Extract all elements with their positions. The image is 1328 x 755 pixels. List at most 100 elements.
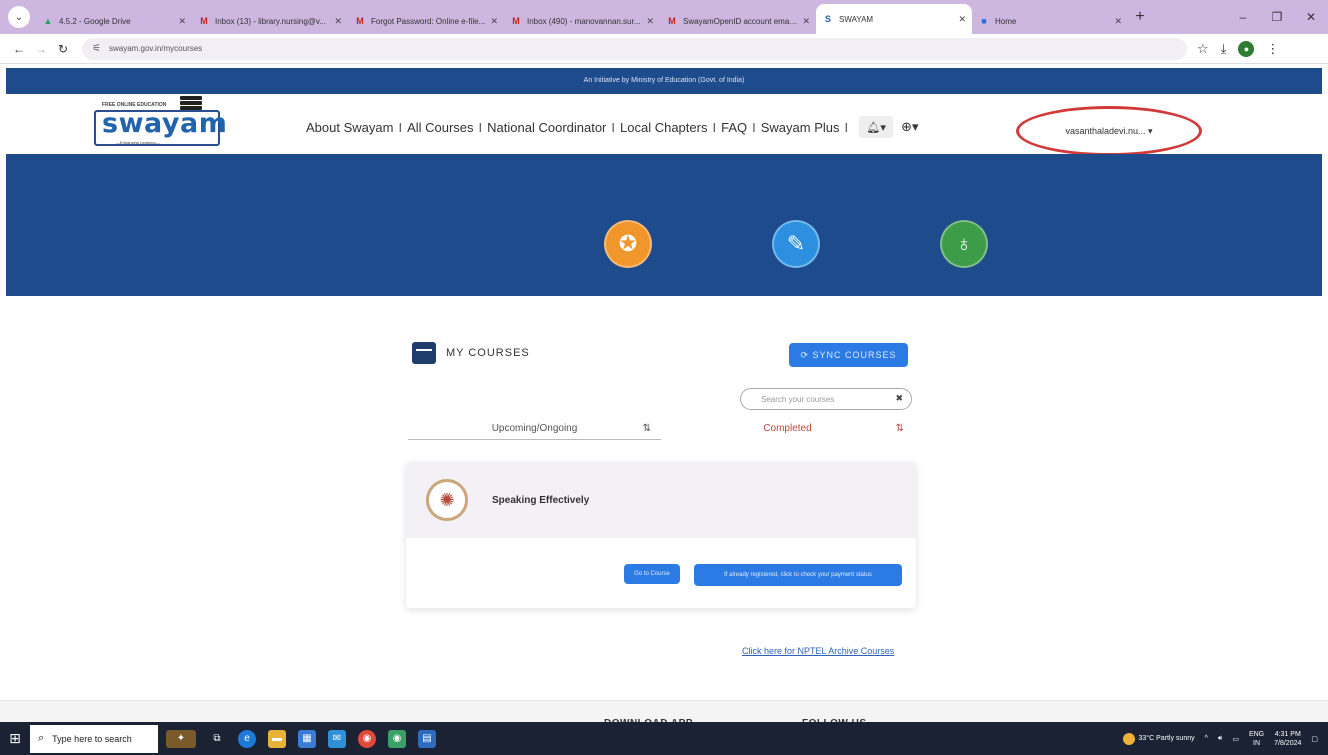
google-drive-icon: ▲ bbox=[43, 16, 53, 26]
language-globe-icon[interactable]: ⊕▾ bbox=[901, 119, 918, 135]
tab-title: SWAYAM bbox=[839, 14, 874, 24]
file-explorer-icon[interactable]: ▬ bbox=[268, 729, 286, 748]
logo-wordmark: swayam bbox=[102, 108, 228, 139]
edge-icon[interactable]: e bbox=[238, 729, 256, 748]
forward-icon[interactable]: → bbox=[30, 42, 52, 56]
tab-search-icon[interactable]: ⌄ bbox=[8, 6, 30, 28]
network-icon[interactable]: ▭ bbox=[1232, 735, 1239, 743]
clock[interactable]: 4:31 PM 7/8/2024 bbox=[1274, 730, 1301, 748]
windows-start-icon[interactable]: ⊞ bbox=[0, 722, 30, 755]
chrome-icon[interactable]: ◉ bbox=[358, 729, 376, 748]
notifications-icon[interactable]: ▢ bbox=[1311, 735, 1318, 743]
browser-tab[interactable]: M SwayamOpenID account email... ✕ bbox=[660, 8, 816, 34]
course-title[interactable]: Speaking Effectively bbox=[492, 495, 589, 506]
clear-search-icon[interactable]: ✖ bbox=[895, 393, 903, 404]
close-tab-icon[interactable]: ✕ bbox=[334, 16, 342, 27]
close-tab-icon[interactable]: ✕ bbox=[802, 16, 810, 27]
logo-subtitle: —Enhancing Learning— bbox=[116, 140, 160, 145]
url-field[interactable]: ⚟ swayam.gov.in/mycourses bbox=[82, 37, 1187, 60]
browser-menu-icon[interactable]: ⋮ bbox=[1266, 41, 1279, 57]
window-controls: – ❐ ✕ bbox=[1226, 10, 1328, 24]
course-tabs: Upcoming/Ongoing ⇅ Completed ⇅ bbox=[408, 418, 914, 440]
badge-certificate-icon[interactable]: ✎ bbox=[772, 220, 820, 268]
swayam-logo[interactable]: FREE ONLINE EDUCATION swayam —Enhancing … bbox=[94, 96, 227, 146]
tab-title: 4.5.2 - Google Drive bbox=[59, 16, 131, 26]
url-text: swayam.gov.in/mycourses bbox=[108, 44, 203, 53]
nptel-archive-link[interactable]: Click here for NPTEL Archive Courses bbox=[742, 646, 894, 656]
store-icon[interactable]: ▦ bbox=[298, 729, 316, 748]
browser-tab[interactable]: M Forgot Password: Online e-file... ✕ bbox=[348, 8, 504, 34]
task-view-icon[interactable]: ⧉ bbox=[208, 730, 226, 748]
tab-completed[interactable]: Completed ⇅ bbox=[661, 418, 914, 440]
course-card: ✺ Speaking Effectively Go to Course If a… bbox=[406, 462, 916, 608]
nav-faq[interactable]: FAQ bbox=[721, 120, 747, 135]
my-courses-heading: MY COURSES bbox=[412, 342, 530, 364]
close-tab-icon[interactable]: ✕ bbox=[490, 16, 498, 27]
browser-tab-bar: ⌄ ▲ 4.5.2 - Google Drive ✕ M Inbox (13) - li… bbox=[0, 0, 1328, 34]
badge-medal-icon[interactable]: ♁ bbox=[940, 220, 988, 268]
tab-upcoming-ongoing[interactable]: Upcoming/Ongoing ⇅ bbox=[408, 418, 661, 440]
language-indicator[interactable]: ENG IN bbox=[1249, 730, 1264, 748]
search-icon: ⌕ bbox=[38, 732, 45, 744]
sort-icon[interactable]: ⇅ bbox=[896, 418, 904, 440]
go-to-course-button[interactable]: Go to Course bbox=[624, 564, 680, 584]
nav-about-swayam[interactable]: About Swayam bbox=[306, 120, 393, 135]
close-tab-icon[interactable]: ✕ bbox=[178, 16, 186, 27]
home-icon: ■ bbox=[981, 16, 987, 26]
my-courses-title: MY COURSES bbox=[446, 347, 530, 359]
tab-title: SwayamOpenID account email... bbox=[683, 16, 799, 26]
windows-taskbar: ⊞ ⌕ Type here to search ✦ ⧉ e ▬ ▦ ✉ ◉ ◉ … bbox=[0, 722, 1328, 755]
taskbar-search-input[interactable]: ⌕ Type here to search bbox=[30, 724, 158, 753]
sync-courses-button[interactable]: ⟳ SYNC COURSES bbox=[789, 343, 908, 367]
search-placeholder: Search your courses bbox=[761, 394, 835, 404]
mail-icon[interactable]: ✉ bbox=[328, 729, 346, 748]
tab-strip: ▲ 4.5.2 - Google Drive ✕ M Inbox (13) - libr… bbox=[36, 0, 1128, 34]
initiative-banner: An Initiative by Ministry of Education (… bbox=[6, 68, 1322, 94]
course-logo-icon: ✺ bbox=[426, 479, 468, 521]
close-tab-icon[interactable]: ✕ bbox=[646, 16, 654, 27]
back-icon[interactable]: ← bbox=[8, 42, 30, 56]
weather-widget[interactable]: 33°C Partly sunny bbox=[1122, 732, 1195, 745]
tab-title: Inbox (490) - manovannan.sur... bbox=[527, 16, 641, 26]
minimize-icon[interactable]: – bbox=[1226, 10, 1260, 24]
badge-award-icon[interactable]: ✪ bbox=[604, 220, 652, 268]
browser-tab[interactable]: ▲ 4.5.2 - Google Drive ✕ bbox=[36, 8, 192, 34]
chrome-profile-icon[interactable]: ◉ bbox=[388, 729, 406, 748]
user-menu[interactable]: vasanthaladevi.nu... ▾ bbox=[1016, 106, 1202, 156]
site-info-icon[interactable]: ⚟ bbox=[92, 43, 101, 54]
course-search-input[interactable]: Search your courses ✖ bbox=[740, 388, 912, 410]
gmail-icon: M bbox=[200, 16, 208, 26]
nav-all-courses[interactable]: All Courses bbox=[407, 120, 473, 135]
download-icon[interactable]: ⤓ bbox=[1221, 41, 1227, 57]
widgets-icon[interactable]: ✦ bbox=[166, 729, 196, 748]
payment-status-button[interactable]: If already registered, click to check yo… bbox=[694, 564, 902, 586]
close-window-icon[interactable]: ✕ bbox=[1294, 10, 1328, 24]
browser-tab[interactable]: S SWAYAM ✕ bbox=[816, 4, 972, 34]
new-tab-button[interactable]: + bbox=[1128, 8, 1152, 26]
restore-icon[interactable]: ❐ bbox=[1260, 10, 1294, 24]
close-tab-icon[interactable]: ✕ bbox=[1114, 16, 1122, 27]
nav-local-chapters[interactable]: Local Chapters bbox=[620, 120, 707, 135]
books-icon bbox=[180, 96, 202, 110]
nav-national-coordinator[interactable]: National Coordinator bbox=[487, 120, 606, 135]
tab-title: Home bbox=[995, 16, 1017, 26]
reload-icon[interactable]: ↻ bbox=[52, 42, 74, 56]
sort-icon[interactable]: ⇅ bbox=[643, 418, 651, 440]
sun-icon bbox=[1122, 732, 1135, 745]
tray-arrow-icon[interactable]: ^ bbox=[1205, 735, 1208, 742]
notification-bell-icon[interactable]: 🔔︎▾ bbox=[859, 116, 894, 138]
nav-swayam-plus[interactable]: Swayam Plus bbox=[761, 120, 840, 135]
browser-tab[interactable]: ■ Home ✕ bbox=[972, 8, 1128, 34]
gmail-icon: M bbox=[512, 16, 520, 26]
browser-tab[interactable]: M Inbox (13) - library.nursing@v... ✕ bbox=[192, 8, 348, 34]
bookmark-star-icon[interactable]: ☆ bbox=[1197, 41, 1209, 57]
close-tab-icon[interactable]: ✕ bbox=[958, 14, 966, 25]
browser-tab[interactable]: M Inbox (490) - manovannan.sur... ✕ bbox=[504, 8, 660, 34]
site-header: FREE ONLINE EDUCATION swayam —Enhancing … bbox=[6, 94, 1322, 156]
address-bar-row: ← → ↻ ⚟ swayam.gov.in/mycourses ☆ ⤓ ● ⋮ bbox=[0, 34, 1328, 64]
volume-icon[interactable]: 🔊︎ bbox=[1218, 735, 1222, 743]
app-icon[interactable]: ▤ bbox=[418, 729, 436, 748]
profile-avatar[interactable]: ● bbox=[1238, 40, 1255, 57]
tab-title: Inbox (13) - library.nursing@v... bbox=[215, 16, 326, 26]
gmail-icon: M bbox=[668, 16, 676, 26]
